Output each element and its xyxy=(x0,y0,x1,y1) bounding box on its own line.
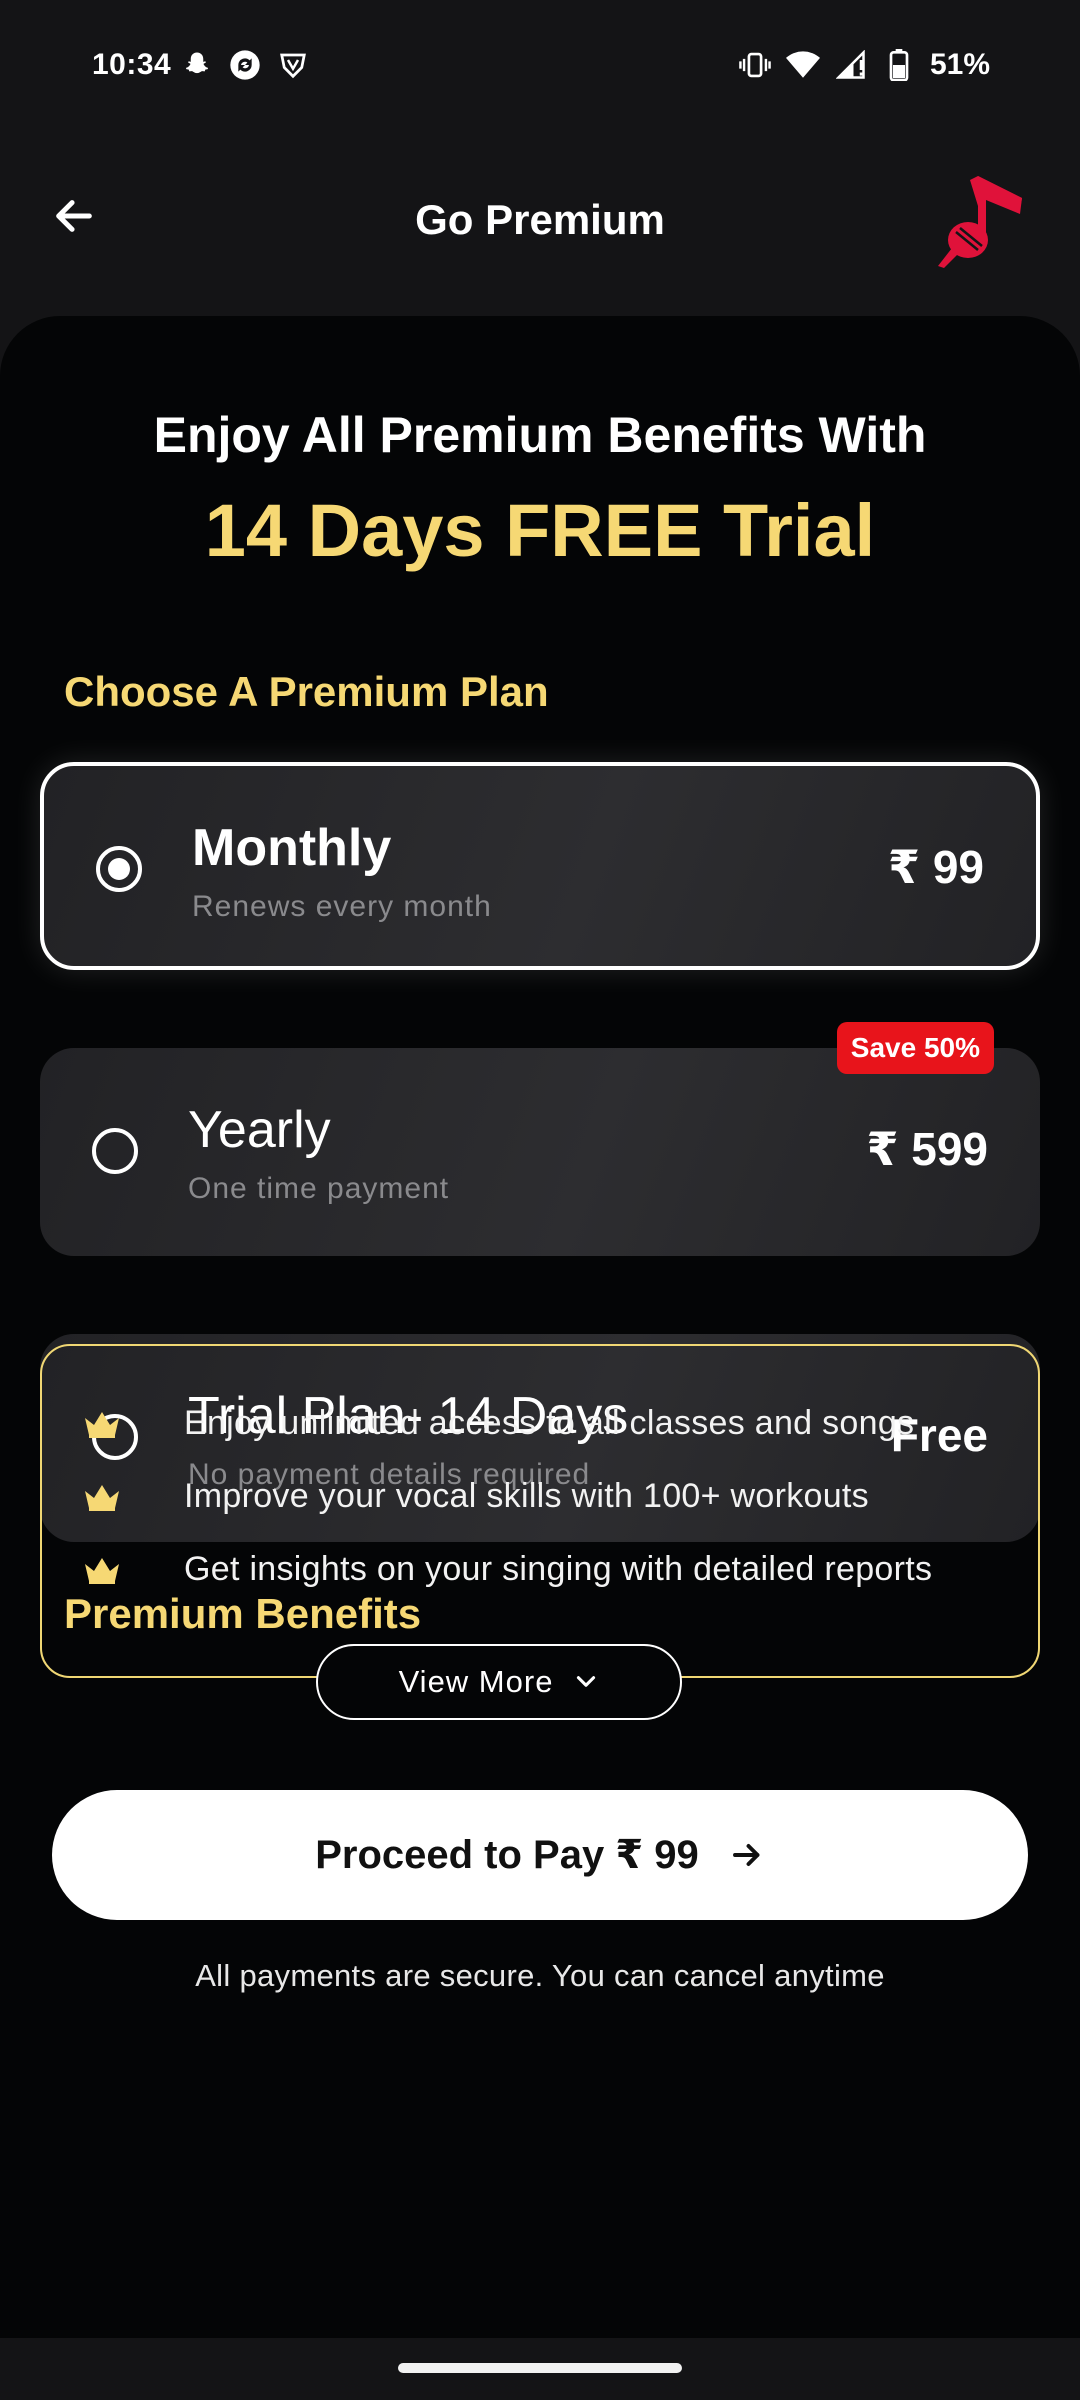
arrow-right-icon xyxy=(732,1844,760,1866)
signal-icon xyxy=(834,48,868,82)
plan-price: ₹ 99 xyxy=(888,841,984,893)
vibrate-icon xyxy=(738,48,772,82)
battery-percentage: 51% xyxy=(929,48,990,81)
benefit-item: Get insights on your singing with detail… xyxy=(82,1550,932,1589)
benefit-item: Improve your vocal skills with 100+ work… xyxy=(82,1477,869,1516)
plan-name: Monthly xyxy=(192,819,392,877)
plan-card-yearly[interactable]: Save 50% Yearly One time payment ₹ 599 xyxy=(40,1022,1040,1256)
pay-button-label: Proceed to Pay ₹ 99 xyxy=(315,1833,699,1877)
save-badge: Save 50% xyxy=(836,1022,994,1074)
app-header: Go Premium xyxy=(0,160,1080,290)
music-note-mic-logo-icon xyxy=(932,170,1032,270)
view-more-button[interactable]: View More xyxy=(316,1644,682,1720)
status-icons-left xyxy=(180,48,310,82)
view-more-label: View More xyxy=(398,1664,554,1699)
page-title: Go Premium xyxy=(415,196,665,243)
status-bar: 10:34 51% xyxy=(0,0,1080,135)
plan-card-monthly[interactable]: Monthly Renews every month ₹ 99 xyxy=(40,762,1040,970)
benefit-text: Improve your vocal skills with 100+ work… xyxy=(184,1477,869,1515)
chevron-down-icon xyxy=(577,1676,596,1687)
hero-subtitle: Enjoy All Premium Benefits With xyxy=(153,407,927,463)
crown-icon xyxy=(85,1411,119,1438)
sync-icon xyxy=(228,48,262,82)
crown-icon xyxy=(85,1484,119,1511)
benefits-box: Enjoy unlimited access to all classes an… xyxy=(40,1344,1040,1678)
main-sheet: Enjoy All Premium Benefits With 14 Days … xyxy=(0,316,1080,2338)
hero-title: 14 Days FREE Trial xyxy=(204,489,876,572)
plans-section-title: Choose A Premium Plan xyxy=(64,668,549,715)
status-time: 10:34 xyxy=(92,48,172,81)
plan-name: Yearly xyxy=(188,1101,331,1159)
benefit-text: Enjoy unlimited access to all classes an… xyxy=(184,1404,915,1442)
radio-selected-icon[interactable] xyxy=(96,846,142,892)
proceed-to-pay-button[interactable]: Proceed to Pay ₹ 99 xyxy=(52,1790,1028,1920)
benefit-item: Enjoy unlimited access to all classes an… xyxy=(82,1404,914,1443)
crown-icon xyxy=(85,1557,119,1584)
battery-icon xyxy=(882,48,916,82)
status-icons-right: 51% xyxy=(738,48,990,82)
home-indicator[interactable] xyxy=(398,2363,682,2373)
secure-payment-note: All payments are secure. You can cancel … xyxy=(195,1958,885,1993)
wifi-icon xyxy=(785,48,820,82)
plan-description: Renews every month xyxy=(192,890,492,923)
radio-unselected-icon[interactable] xyxy=(92,1128,138,1174)
plan-description: One time payment xyxy=(188,1172,450,1205)
benefit-text: Get insights on your singing with detail… xyxy=(184,1550,933,1588)
vpn-shield-icon xyxy=(276,48,310,82)
plan-price: ₹ 599 xyxy=(866,1123,988,1175)
snapchat-icon xyxy=(180,48,214,82)
